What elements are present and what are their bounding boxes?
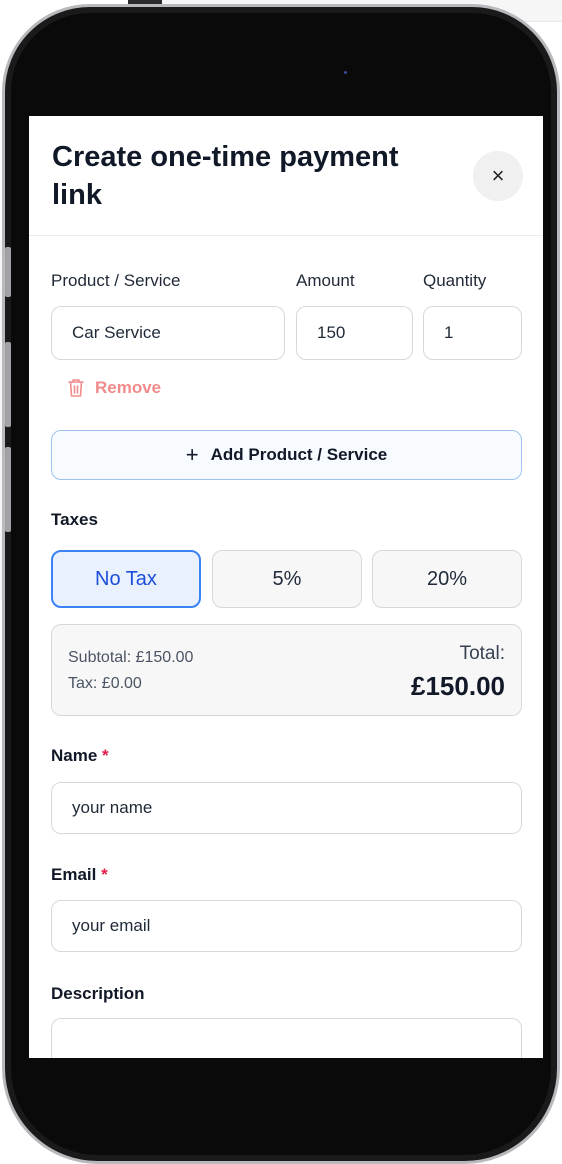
total-value: £150.00 xyxy=(411,671,505,701)
quantity-label: Quantity xyxy=(423,271,487,290)
email-label: Email * xyxy=(51,865,108,885)
description-textarea[interactable] xyxy=(51,1018,522,1058)
tax-text: Tax: £0.00 xyxy=(68,675,142,692)
email-input[interactable]: your email xyxy=(51,900,522,952)
amount-label: Amount xyxy=(296,271,355,290)
product-label: Product / Service xyxy=(51,271,181,290)
phone-volume-up xyxy=(5,342,11,427)
remove-button[interactable]: Remove xyxy=(67,378,161,398)
add-product-label: Add Product / Service xyxy=(210,445,388,464)
remove-label: Remove xyxy=(95,378,162,397)
tax-option-5[interactable]: 5% xyxy=(212,550,362,608)
close-icon: × xyxy=(491,163,505,188)
amount-input[interactable]: 150 xyxy=(296,306,413,360)
totals-summary: Subtotal: £150.00 Tax: £0.00 Total: £150… xyxy=(51,624,522,716)
name-input[interactable]: your name xyxy=(51,782,522,834)
bottom-bezel xyxy=(29,1058,543,1062)
tax-option-20[interactable]: 20% xyxy=(372,550,522,608)
quantity-input[interactable]: 1 xyxy=(423,306,522,360)
modal-screen: Create one-time payment link × Product /… xyxy=(29,116,543,1058)
phone-volume-down xyxy=(5,447,11,532)
trash-icon xyxy=(68,379,84,397)
add-product-button[interactable]: + Add Product / Service xyxy=(51,430,522,480)
required-marker: * xyxy=(101,865,108,884)
required-marker: * xyxy=(102,746,109,765)
email-label-text: Email xyxy=(51,865,97,884)
subtotal-text: Subtotal: £150.00 xyxy=(68,649,194,666)
name-label-text: Name xyxy=(51,746,98,765)
close-button[interactable]: × xyxy=(473,151,523,201)
modal-header: Create one-time payment link × xyxy=(29,116,543,236)
plus-icon: + xyxy=(185,442,199,467)
tax-option-no-tax[interactable]: No Tax xyxy=(51,550,201,608)
product-input[interactable]: Car Service xyxy=(51,306,285,360)
taxes-label: Taxes xyxy=(51,510,98,529)
camera-dot xyxy=(344,71,347,74)
modal-title: Create one-time payment link xyxy=(52,141,399,211)
description-label: Description xyxy=(51,984,145,1003)
total-label: Total: xyxy=(459,643,505,664)
name-label: Name * xyxy=(51,746,109,766)
phone-side-button xyxy=(5,247,11,297)
